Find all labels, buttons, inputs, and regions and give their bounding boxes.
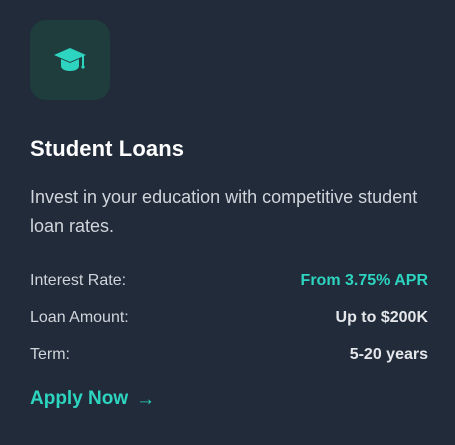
detail-label: Loan Amount: [30,308,129,326]
icon-container [30,20,110,100]
detail-value: Up to $200K [335,308,428,326]
loan-details: Interest Rate: From 3.75% APR Loan Amoun… [30,262,428,373]
detail-label: Term: [30,345,70,363]
detail-row-interest-rate: Interest Rate: From 3.75% APR [30,262,428,299]
detail-value: From 3.75% APR [300,271,428,289]
apply-now-label: Apply Now [30,388,129,409]
detail-row-loan-amount: Loan Amount: Up to $200K [30,299,428,336]
graduation-cap-icon [53,46,87,74]
arrow-right-icon: → [136,388,156,410]
apply-now-link[interactable]: Apply Now → [30,388,155,410]
student-loans-card: Student Loans Invest in your education w… [0,0,455,445]
detail-value: 5-20 years [349,345,428,363]
detail-label: Interest Rate: [30,271,127,289]
card-title: Student Loans [30,136,185,161]
detail-row-term: Term: 5-20 years [30,336,428,373]
card-description: Invest in your education with competitiv… [30,187,418,236]
